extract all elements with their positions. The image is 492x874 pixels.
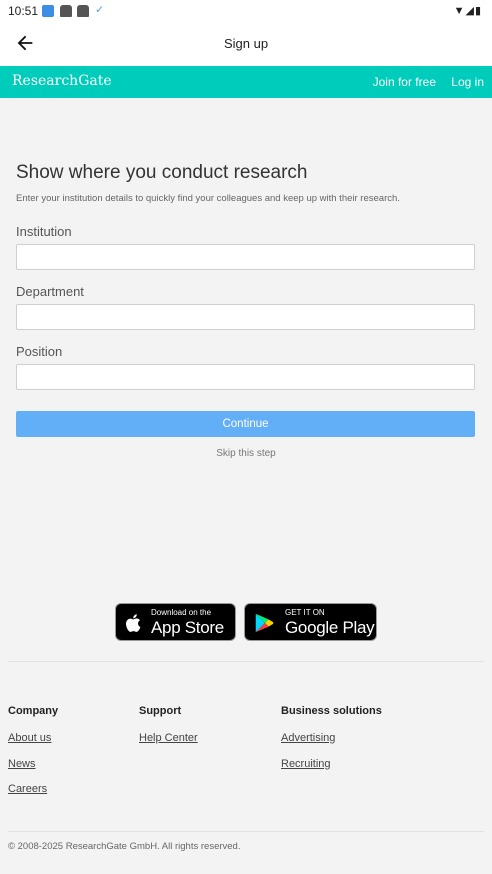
app-bar: Sign up xyxy=(0,22,492,66)
form-heading: Show where you conduct research xyxy=(16,162,308,183)
position-label: Position xyxy=(16,344,63,359)
department-input[interactable] xyxy=(16,304,475,330)
institution-label: Institution xyxy=(16,224,72,239)
footer-link-recruiting[interactable]: Recruiting xyxy=(281,758,331,770)
footer-link-advertising[interactable]: Advertising xyxy=(281,732,335,744)
check-icon: ✓ xyxy=(95,4,105,16)
department-label: Department xyxy=(16,284,84,299)
position-input[interactable] xyxy=(16,364,475,390)
form-subtext: Enter your institution details to quickl… xyxy=(16,193,400,204)
researchgate-header: ResearchGate Join for free Log in xyxy=(0,66,492,98)
google-play-badge[interactable]: GET IT ON Google Play xyxy=(244,603,377,641)
footer-link-help-center[interactable]: Help Center xyxy=(139,732,198,744)
app-store-small-text: Download on the xyxy=(151,608,212,617)
google-play-big-text: Google Play xyxy=(285,618,375,637)
copyright-divider xyxy=(8,831,484,832)
status-bar: 10:51 ✓ ▼◢▮ xyxy=(0,0,492,22)
footer-link-careers[interactable]: Careers xyxy=(8,783,47,795)
skip-step-link[interactable]: Skip this step xyxy=(0,448,492,459)
login-link[interactable]: Log in xyxy=(451,75,484,89)
institution-input[interactable] xyxy=(16,244,475,270)
wifi-icon: ▼ xyxy=(453,5,466,17)
join-link[interactable]: Join for free xyxy=(373,75,436,89)
footer-link-news[interactable]: News xyxy=(8,758,36,770)
battery-icon: ▮ xyxy=(474,5,482,17)
footer-divider xyxy=(8,661,484,662)
footer-link-about-us[interactable]: About us xyxy=(8,732,51,744)
google-play-small-text: GET IT ON xyxy=(285,608,325,617)
copyright-text: © 2008-2025 ResearchGate GmbH. All right… xyxy=(8,841,241,852)
app-store-badge[interactable]: Download on the App Store xyxy=(115,603,236,641)
notification-android-icon-2 xyxy=(77,5,89,17)
signal-icon: ◢ xyxy=(465,5,475,17)
footer-company-heading: Company xyxy=(8,705,59,717)
app-store-big-text: App Store xyxy=(151,618,224,637)
footer-business-heading: Business solutions xyxy=(281,705,382,717)
researchgate-logo[interactable]: ResearchGate xyxy=(12,73,112,89)
notification-app-icon xyxy=(42,5,54,17)
main-content: Show where you conduct research Enter yo… xyxy=(0,98,492,874)
footer-support-heading: Support xyxy=(139,705,182,717)
status-time: 10:51 xyxy=(8,4,39,18)
page-title: Sign up xyxy=(223,36,269,51)
apple-icon xyxy=(126,614,141,632)
google-play-icon xyxy=(255,613,274,633)
continue-button[interactable]: Continue xyxy=(16,411,475,437)
notification-android-icon xyxy=(60,5,72,17)
